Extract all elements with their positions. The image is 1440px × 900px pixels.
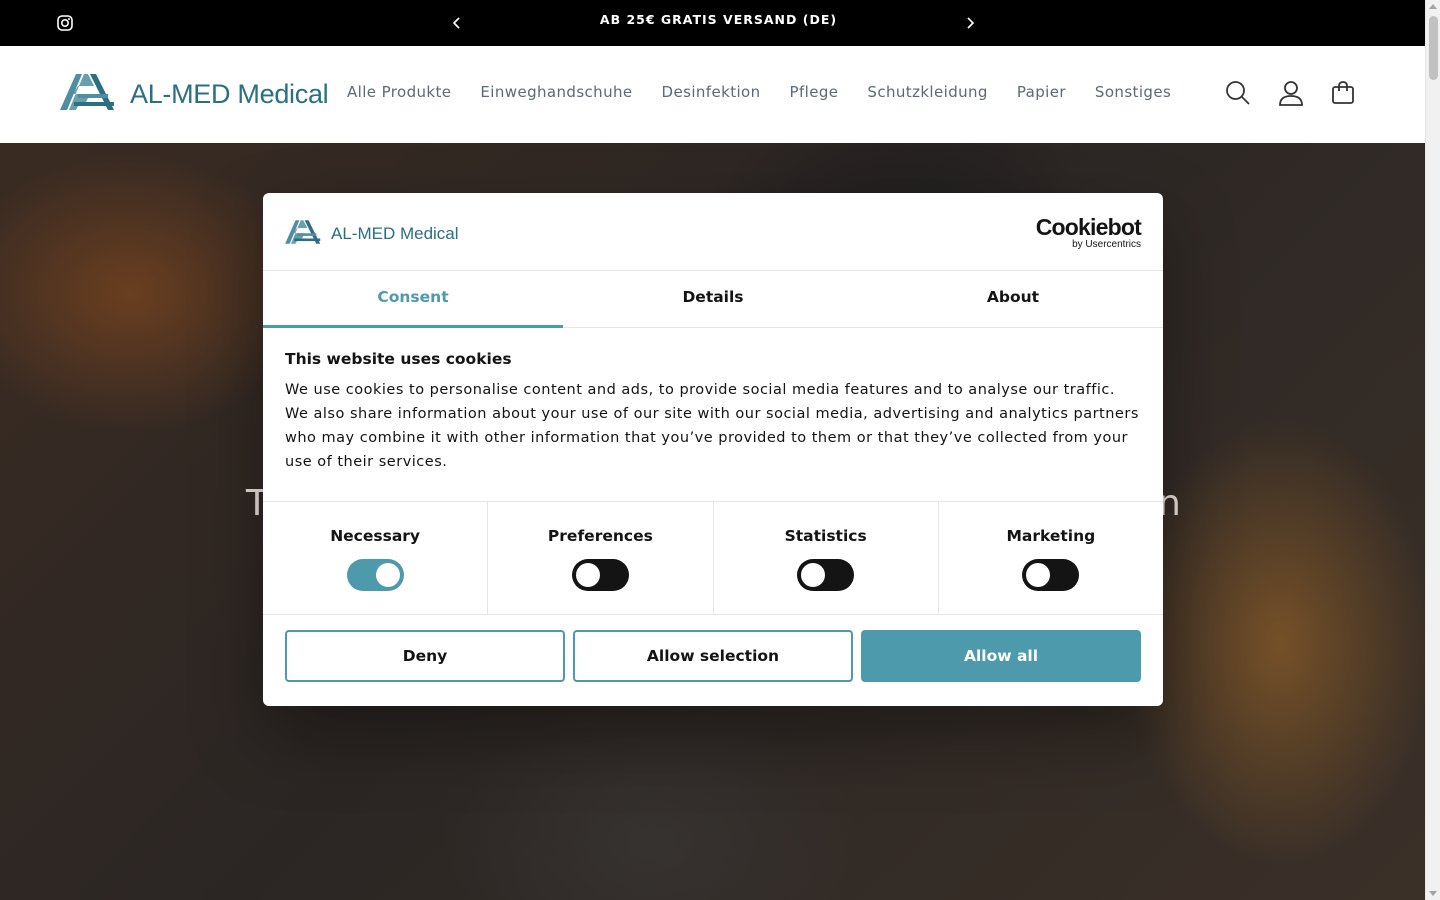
- nav-item-einweghandschuhe[interactable]: Einweghandschuhe: [480, 83, 632, 101]
- dialog-brand-logo: AL-MED Medical: [285, 219, 459, 249]
- instagram-icon[interactable]: [57, 15, 73, 31]
- chevron-left-icon[interactable]: [447, 13, 467, 33]
- scroll-down-arrow-icon[interactable]: [1429, 891, 1437, 896]
- search-icon[interactable]: [1225, 80, 1251, 106]
- category-label: Marketing: [1006, 527, 1096, 545]
- logo-mark-icon: [60, 72, 115, 116]
- category-preferences: Preferences: [488, 502, 714, 614]
- cookiebot-logo[interactable]: Cookiebot by Usercentrics: [1035, 214, 1142, 250]
- nav-item-alle-produkte[interactable]: Alle Produkte: [347, 83, 451, 101]
- brand-logo[interactable]: AL-MED Medical: [60, 72, 329, 116]
- allow-all-button[interactable]: Allow all: [861, 630, 1141, 682]
- category-label: Statistics: [784, 527, 867, 545]
- dialog-description: We use cookies to personalise content an…: [285, 382, 1139, 470]
- cart-icon[interactable]: [1330, 80, 1356, 106]
- logo-mark-icon: [285, 219, 321, 249]
- category-marketing: Marketing: [939, 502, 1163, 614]
- dialog-actions: Deny Allow selection Allow all: [263, 615, 1163, 697]
- scroll-up-arrow-icon[interactable]: [1429, 4, 1437, 9]
- account-icon[interactable]: [1278, 80, 1304, 106]
- toggle-statistics[interactable]: [797, 559, 855, 591]
- toggle-necessary[interactable]: [346, 559, 404, 591]
- cookiebot-name: Cookiebot: [1035, 214, 1142, 240]
- cookie-category-toggles: Necessary Preferences Statistics Marketi…: [263, 501, 1163, 615]
- deny-button[interactable]: Deny: [285, 630, 565, 682]
- category-label: Necessary: [330, 527, 421, 545]
- tab-details[interactable]: Details: [563, 271, 863, 327]
- site-header: AL-MED Medical Alle Produkte Einweghands…: [0, 46, 1425, 143]
- announcement-bar: AB 25€ GRATIS VERSAND (DE): [0, 0, 1425, 46]
- tab-about[interactable]: About: [863, 271, 1163, 327]
- nav-item-schutzkleidung[interactable]: Schutzkleidung: [867, 83, 987, 101]
- brand-name: AL-MED Medical: [130, 78, 329, 109]
- chevron-right-icon[interactable]: [960, 13, 980, 33]
- cookie-consent-dialog: AL-MED Medical Cookiebot by Usercentrics…: [263, 193, 1163, 706]
- toggle-knob: [375, 563, 400, 587]
- category-label: Preferences: [547, 527, 653, 545]
- toggle-knob: [575, 563, 600, 587]
- scrollbar-thumb[interactable]: [1429, 16, 1438, 80]
- dialog-tabs: Consent Details About: [263, 271, 1163, 328]
- tab-consent[interactable]: Consent: [263, 271, 563, 328]
- nav-item-papier[interactable]: Papier: [1017, 83, 1066, 101]
- nav-item-desinfektion[interactable]: Desinfektion: [662, 83, 761, 101]
- nav-item-pflege[interactable]: Pflege: [790, 83, 839, 101]
- category-necessary: Necessary: [263, 502, 489, 614]
- dialog-body: This website uses cookies We use cookies…: [263, 328, 1163, 501]
- page-scrollbar[interactable]: [1425, 0, 1440, 900]
- category-statistics: Statistics: [714, 502, 939, 614]
- dialog-title: This website uses cookies: [285, 350, 512, 368]
- allow-selection-button[interactable]: Allow selection: [573, 630, 853, 682]
- announcement-text: AB 25€ GRATIS VERSAND (DE): [599, 12, 838, 27]
- dialog-brand-name: AL-MED Medical: [331, 224, 459, 243]
- toggle-knob: [1026, 563, 1051, 587]
- toggle-knob: [801, 563, 826, 587]
- dialog-header: AL-MED Medical Cookiebot by Usercentrics: [263, 193, 1163, 271]
- main-nav: Alle Produkte Einweghandschuhe Desinfekt…: [347, 83, 1200, 101]
- nav-item-sonstiges[interactable]: Sonstiges: [1095, 83, 1171, 101]
- toggle-preferences[interactable]: [571, 559, 629, 591]
- toggle-marketing[interactable]: [1022, 559, 1080, 591]
- cookiebot-subtitle: by Usercentrics: [1072, 239, 1141, 250]
